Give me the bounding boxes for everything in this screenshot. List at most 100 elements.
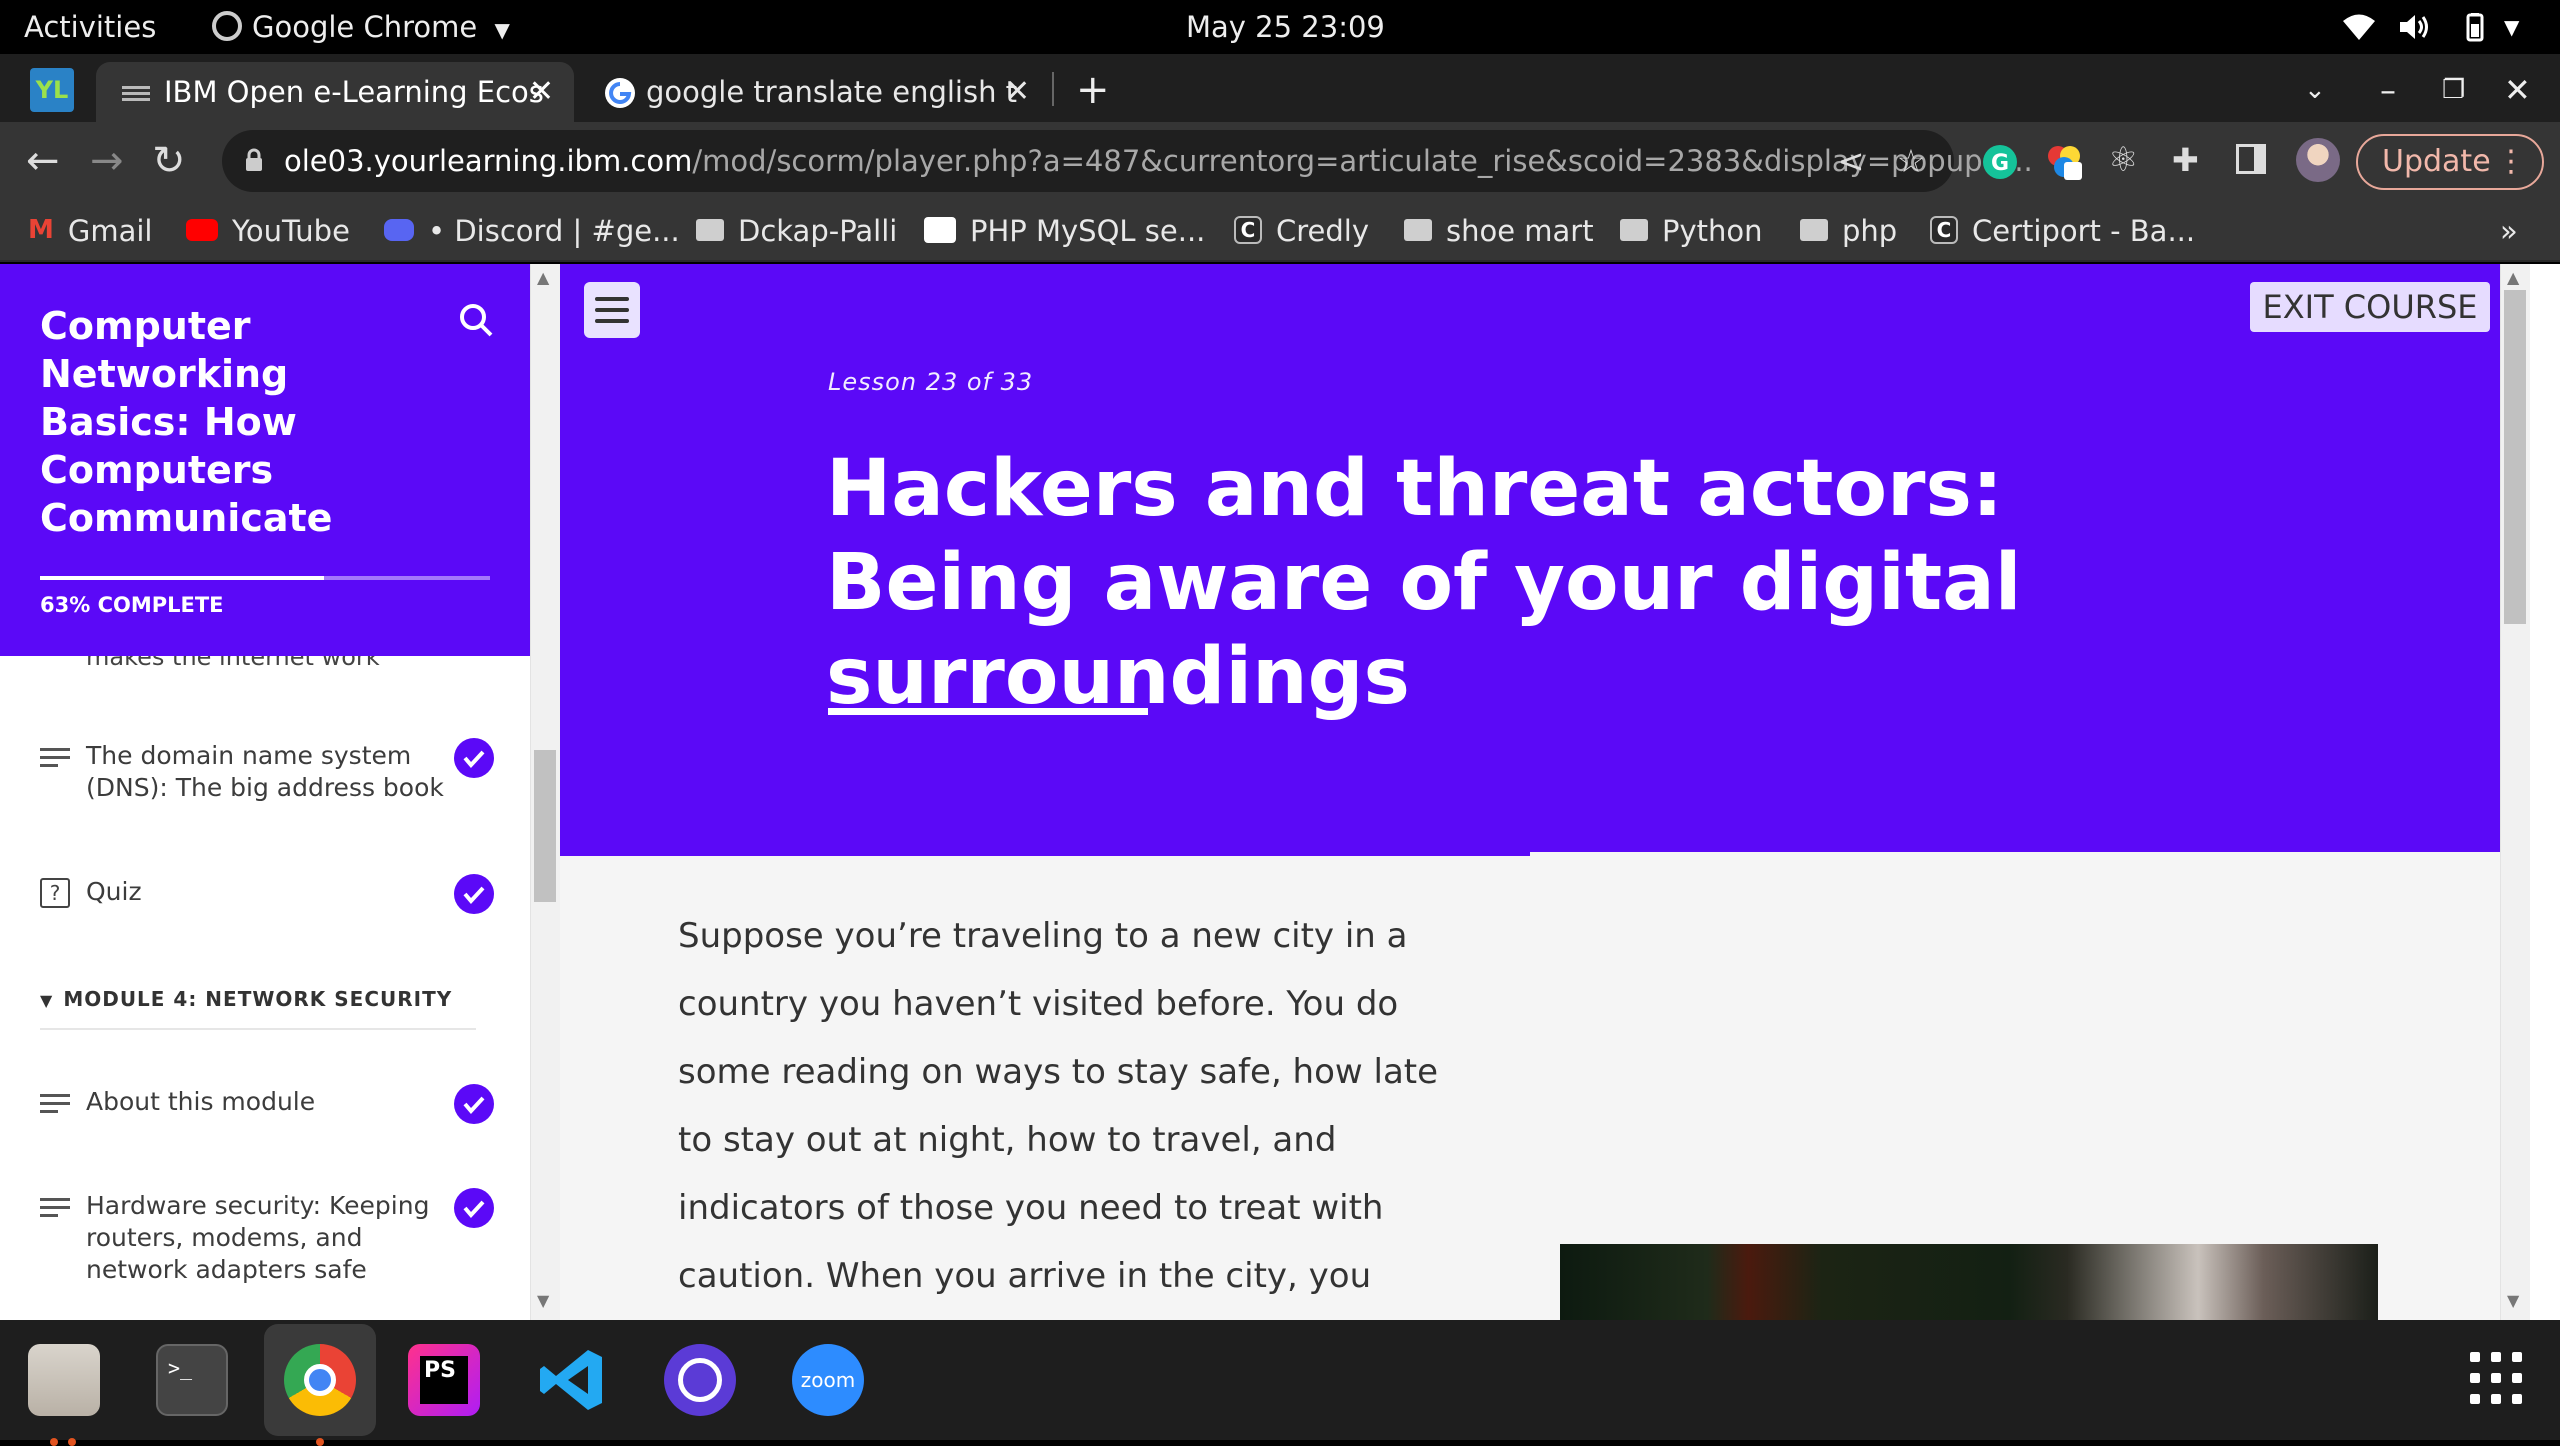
zoom-label: zoom bbox=[800, 1368, 856, 1392]
progress-label: 63% COMPLETE bbox=[40, 593, 224, 617]
tab-ibm-elearning[interactable]: IBM Open e-Learning Ecos ✕ bbox=[96, 62, 574, 122]
bookmark-credly[interactable]: C Credly bbox=[1234, 200, 1369, 262]
bookmark-star-icon[interactable]: ☆ bbox=[1894, 144, 1928, 178]
yourlearning-pinned-tab-icon[interactable]: YL bbox=[30, 68, 74, 112]
module-4-heading[interactable]: ▼ MODULE 4: NETWORK SECURITY bbox=[40, 984, 476, 1016]
chrome-app-icon bbox=[212, 11, 242, 41]
side-panel-icon[interactable] bbox=[2236, 144, 2266, 174]
credly-icon: C bbox=[1930, 216, 1958, 244]
bookmark-certiport[interactable]: C Certiport - Ba... bbox=[1930, 200, 2195, 262]
lesson-scroll-progress bbox=[560, 852, 1530, 856]
minimize-icon[interactable]: – bbox=[2380, 60, 2396, 120]
sidebar-header: Computer Networking Basics: How Computer… bbox=[0, 264, 530, 656]
youtube-icon bbox=[186, 219, 218, 241]
sidebar-item-label: Hardware security: Keeping routers, mode… bbox=[86, 1191, 430, 1284]
bookmark-label: Dckap-Palli bbox=[738, 214, 898, 248]
hamburger-icon[interactable] bbox=[584, 282, 640, 338]
vscode-app-icon[interactable] bbox=[536, 1344, 608, 1416]
url-host: ole03.yourlearning.ibm.com bbox=[284, 144, 693, 178]
svg-text:G: G bbox=[1991, 151, 2009, 176]
react-devtools-icon[interactable]: ⚛ bbox=[2108, 140, 2138, 180]
bookmark-label: Python bbox=[1662, 214, 1763, 248]
avatar[interactable] bbox=[2296, 138, 2340, 182]
lesson-hero: EXIT COURSE Lesson 23 of 33 Hackers and … bbox=[560, 264, 2500, 852]
tab-google-translate[interactable]: google translate english t ✕ bbox=[580, 62, 1050, 122]
battery-icon[interactable] bbox=[2458, 12, 2492, 42]
zoom-app-icon[interactable]: zoom bbox=[792, 1344, 864, 1416]
discord-icon bbox=[384, 219, 414, 241]
tab-title: google translate english t bbox=[646, 75, 1018, 109]
scroll-down-arrow-icon[interactable]: ▼ bbox=[537, 1291, 549, 1310]
sidebar-scrollbar-thumb[interactable] bbox=[534, 750, 556, 902]
files-app-icon[interactable] bbox=[28, 1344, 100, 1446]
bookmark-label: shoe mart bbox=[1446, 214, 1594, 248]
tab-title: IBM Open e-Learning Ecos bbox=[164, 75, 544, 109]
tab-search-chevron-icon[interactable]: ⌄ bbox=[2304, 60, 2326, 120]
browser-toolbar: ← → ↻ ole03.yourlearning.ibm.com/mod/sco… bbox=[0, 122, 2560, 200]
update-button[interactable]: Update ⋮ bbox=[2356, 134, 2544, 190]
address-bar[interactable]: ole03.yourlearning.ibm.com/mod/scorm/pla… bbox=[222, 130, 2033, 192]
bookmarks-bar: M Gmail YouTube • Discord | #ge... Dckap-… bbox=[0, 200, 2560, 262]
scroll-down-arrow-icon[interactable]: ▼ bbox=[2507, 1291, 2519, 1310]
clock[interactable]: May 25 23:09 bbox=[1186, 0, 1385, 54]
gmail-icon: M bbox=[28, 215, 54, 245]
bookmark-php-mysql[interactable]: PHP MySQL se... bbox=[924, 200, 1205, 262]
google-favicon-icon bbox=[605, 78, 635, 108]
window-close-icon[interactable]: ✕ bbox=[2504, 60, 2531, 120]
completed-check-icon bbox=[454, 1084, 494, 1124]
course-sidebar: makes the internet work The domain name … bbox=[0, 264, 530, 1320]
activities-button[interactable]: Activities bbox=[24, 0, 156, 54]
grammarly-icon[interactable]: G bbox=[1980, 142, 2020, 182]
restore-icon[interactable]: ❐ bbox=[2442, 60, 2465, 120]
url-text[interactable]: ole03.yourlearning.ibm.com/mod/scorm/pla… bbox=[284, 130, 2033, 192]
credly-icon: C bbox=[1234, 216, 1262, 244]
page-viewport: makes the internet work The domain name … bbox=[0, 264, 2560, 1320]
system-menu-chevron-icon[interactable]: ▼ bbox=[2504, 12, 2519, 42]
chrome-dock-icon[interactable] bbox=[284, 1344, 356, 1446]
course-progress-bar bbox=[40, 576, 490, 580]
lock-icon[interactable] bbox=[244, 148, 264, 172]
search-icon[interactable] bbox=[456, 300, 496, 340]
bookmark-shoe-mart[interactable]: shoe mart bbox=[1404, 200, 1594, 262]
scroll-up-arrow-icon[interactable]: ▲ bbox=[537, 268, 549, 287]
close-tab-icon[interactable]: ✕ bbox=[529, 62, 554, 122]
lesson-lines-icon bbox=[40, 1198, 70, 1217]
completed-check-icon bbox=[454, 874, 494, 914]
main-scrollbar-thumb[interactable] bbox=[2504, 290, 2526, 624]
bookmark-discord[interactable]: • Discord | #ge... bbox=[384, 200, 680, 262]
folder-icon bbox=[1800, 219, 1828, 241]
sidebar-item-label: About this module bbox=[86, 1087, 316, 1116]
forward-arrow-icon[interactable]: → bbox=[90, 122, 124, 200]
bookmark-label: Certiport - Ba... bbox=[1972, 214, 2196, 248]
lesson-title: Hackers and threat actors: Being aware o… bbox=[826, 444, 2022, 722]
lesson-main: EXIT COURSE Lesson 23 of 33 Hackers and … bbox=[560, 264, 2530, 1320]
show-applications-grid-icon[interactable] bbox=[2470, 1352, 2522, 1404]
terminal-app-icon[interactable]: >_ bbox=[156, 1344, 228, 1416]
wifi-icon[interactable] bbox=[2342, 12, 2376, 42]
kebab-menu-icon[interactable]: ⋮ bbox=[2496, 136, 2526, 188]
bookmark-youtube[interactable]: YouTube bbox=[186, 200, 350, 262]
share-icon[interactable]: < bbox=[1834, 144, 1868, 178]
exit-course-button[interactable]: EXIT COURSE bbox=[2250, 282, 2490, 332]
course-title: Computer Networking Basics: How Computer… bbox=[40, 304, 333, 540]
bookmarks-overflow-button[interactable]: » bbox=[2500, 200, 2518, 262]
scrolled-header-fragment bbox=[60, 264, 320, 270]
back-arrow-icon[interactable]: ← bbox=[26, 122, 60, 200]
bookmark-gmail[interactable]: M Gmail bbox=[28, 200, 152, 264]
new-tab-button[interactable]: + bbox=[1076, 60, 1110, 120]
close-tab-icon[interactable]: ✕ bbox=[1005, 62, 1030, 122]
screen-recorder-app-icon[interactable] bbox=[664, 1344, 736, 1416]
bookmark-python[interactable]: Python bbox=[1620, 200, 1763, 262]
scroll-up-arrow-icon[interactable]: ▲ bbox=[2507, 268, 2519, 287]
volume-icon[interactable] bbox=[2398, 12, 2432, 42]
reload-icon[interactable]: ↻ bbox=[152, 122, 186, 200]
color-picker-extension-icon[interactable] bbox=[2044, 142, 2084, 182]
title-divider bbox=[828, 708, 1148, 715]
phpstorm-app-icon[interactable]: PS bbox=[408, 1344, 480, 1416]
app-menu[interactable]: Google Chrome ▼ bbox=[212, 0, 510, 57]
module-heading-label: MODULE 4: NETWORK SECURITY bbox=[63, 987, 453, 1011]
bookmark-php[interactable]: php bbox=[1800, 200, 1897, 262]
bookmark-dckap[interactable]: Dckap-Palli bbox=[696, 200, 897, 262]
extensions-puzzle-icon[interactable]: ✚ bbox=[2172, 140, 2199, 180]
course-progress-fill bbox=[40, 576, 324, 580]
